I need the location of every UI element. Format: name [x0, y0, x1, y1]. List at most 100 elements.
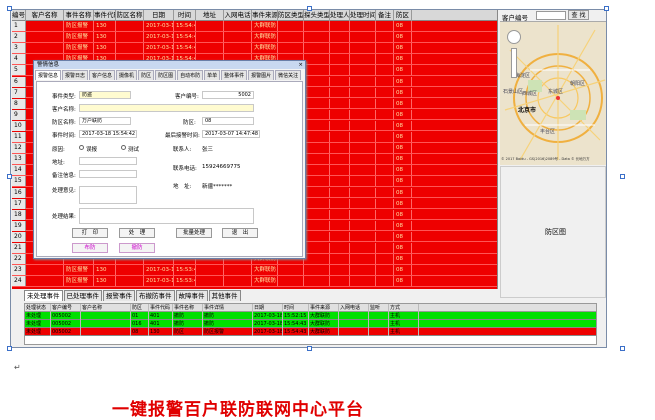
dialog-tab[interactable]: 防区: [138, 70, 155, 80]
grid-cell: [304, 243, 330, 253]
event-table-row[interactable]: 未处理 005002 08 130 防区 防区报警 2017-03-18 15:54:43 大群…: [25, 328, 596, 336]
event-table-column-header[interactable]: 事件代码: [149, 304, 173, 312]
grid-column-header[interactable]: 入网电话: [224, 10, 252, 21]
event-table-column-header[interactable]: 客户编号: [51, 304, 81, 312]
event-table-column-header[interactable]: 防区: [131, 304, 149, 312]
grid-cell: [304, 132, 330, 142]
grid-column-header[interactable]: 客户名称: [26, 10, 64, 21]
radio-false-alarm[interactable]: [79, 145, 84, 150]
dialog-tab[interactable]: 整体事件: [221, 70, 248, 80]
resize-handle[interactable]: [7, 174, 12, 179]
grid-column-header[interactable]: 探头类型: [304, 10, 330, 21]
event-tab[interactable]: 故障事件: [175, 290, 208, 301]
event-tab[interactable]: 已处理事件: [63, 290, 102, 301]
event-table-cell: 未处理: [25, 328, 51, 336]
event-table-cell: [81, 320, 131, 328]
grid-column-header[interactable]: 事件名称: [64, 10, 94, 21]
latest-time-field[interactable]: 2017-03-07 14:47:48: [202, 130, 260, 138]
grid-column-header[interactable]: 日期: [144, 10, 174, 21]
event-table-column-header[interactable]: 处理状态: [25, 304, 51, 312]
resize-handle[interactable]: [7, 6, 12, 11]
grid-column-header[interactable]: 备注: [376, 10, 394, 21]
event-table-column-header[interactable]: 事件来源: [309, 304, 339, 312]
map-zoom-slider[interactable]: [511, 48, 517, 78]
event-table-row[interactable]: 未处理 005002 016 401 撤防 撤防 2017-03-18 15:54:43 大群联…: [25, 320, 596, 328]
grid-row[interactable]: 3 防区报警130 2017-03-1615:54:44 大群联防 08: [12, 43, 497, 54]
map-panel[interactable]: 北京市 海淀区 东城区 西城区 朝阳区 丰台区 石景山区 © 2017 Baid…: [500, 10, 606, 165]
arm-button[interactable]: 布防: [72, 243, 108, 253]
grid-column-header[interactable]: 时间: [174, 10, 196, 21]
event-table-cell: 撤防: [203, 312, 253, 320]
event-table-column-header[interactable]: 时间: [283, 304, 309, 312]
grid-column-header[interactable]: 防区名称: [116, 10, 144, 21]
dialog-tab[interactable]: 报警日志: [62, 70, 89, 80]
resize-handle[interactable]: [7, 346, 12, 351]
grid-row[interactable]: 23 防区报警130 2017-03-1815:53:43 大群联防 08: [12, 265, 497, 276]
grid-column-header[interactable]: 防区: [394, 10, 412, 21]
event-table-column-header[interactable]: 入网电话: [339, 304, 369, 312]
event-table-column-header[interactable]: 事件名称: [173, 304, 203, 312]
radio-test[interactable]: [121, 145, 126, 150]
grid-cell: [350, 65, 376, 76]
dialog-tab[interactable]: 摄像机: [116, 70, 138, 80]
resize-handle[interactable]: [307, 346, 312, 351]
zone-name-field[interactable]: 万户联防: [79, 117, 131, 125]
resize-handle[interactable]: [307, 6, 312, 11]
event-tab[interactable]: 其他事件: [208, 290, 241, 301]
grid-column-header[interactable]: 编号: [12, 10, 26, 21]
map-search-input[interactable]: [536, 11, 566, 20]
dialog-tab[interactable]: 单单: [204, 70, 221, 80]
event-tab[interactable]: 布撤防事件: [136, 290, 175, 301]
print-button[interactable]: 打 印: [72, 228, 108, 238]
grid-row[interactable]: 1 防区报警130 2017-03-1615:54:42 大群联防 08: [12, 21, 497, 32]
dialog-tab[interactable]: 报警信息: [35, 70, 62, 80]
dialog-tab[interactable]: 自动布防: [177, 70, 204, 80]
process-button[interactable]: 处 理: [119, 228, 155, 238]
grid-cell: [26, 265, 64, 276]
dialog-tab[interactable]: 微信关注: [275, 70, 302, 80]
grid-row[interactable]: 24 防区报警130 2017-03-1815:53:43 大群联防 08: [12, 276, 497, 287]
event-table-column-header[interactable]: 事件详情: [203, 304, 253, 312]
event-table-cell: [81, 328, 131, 336]
grid-column-header[interactable]: 事件代码: [94, 10, 116, 21]
close-icon[interactable]: ×: [298, 61, 303, 69]
grid-column-header[interactable]: 处理人: [330, 10, 350, 21]
exit-button[interactable]: 退 出: [222, 228, 258, 238]
resize-handle[interactable]: [620, 346, 625, 351]
event-table-column-header[interactable]: 监听: [369, 304, 389, 312]
grid-cell: [278, 276, 304, 287]
dialog-tab[interactable]: 客户信息: [89, 70, 116, 80]
address-field[interactable]: [79, 157, 137, 165]
event-table-column-header[interactable]: 方式: [389, 304, 419, 312]
grid-cell: [376, 143, 394, 154]
dialog-tab[interactable]: 防区图: [155, 70, 177, 80]
event-time-field[interactable]: 2017-03-18 15:54:42: [79, 130, 137, 138]
customer-name-field[interactable]: [79, 104, 254, 112]
event-tab[interactable]: 未处理事件: [24, 290, 63, 301]
dialog-tab[interactable]: 报警图片: [248, 70, 275, 80]
grid-cell: [330, 231, 350, 242]
grid-cell: [376, 65, 394, 76]
grid-row[interactable]: 2 防区报警130 2017-03-1615:54:43 大群联防 08: [12, 32, 497, 43]
disarm-button[interactable]: 撤防: [119, 243, 155, 253]
opinion-field[interactable]: [79, 186, 137, 204]
result-field[interactable]: [79, 208, 254, 224]
event-tab[interactable]: 报警事件: [103, 290, 135, 301]
batch-process-button[interactable]: 批量处理: [176, 228, 212, 238]
customer-no-field[interactable]: 5002: [202, 91, 254, 99]
resize-handle[interactable]: [620, 174, 625, 179]
grid-column-header[interactable]: 事件来源: [252, 10, 278, 21]
remark-field[interactable]: [79, 170, 137, 178]
event-type-field[interactable]: 防盗: [79, 91, 131, 99]
zone-field[interactable]: 08: [202, 117, 254, 125]
grid-column-header[interactable]: 地址: [196, 10, 224, 21]
map-search-button[interactable]: 查 找: [568, 10, 589, 20]
event-table-column-header[interactable]: 客户名称: [81, 304, 131, 312]
event-table-row[interactable]: 未处理 005002 01 401 撤防 撤防 2017-03-18 15:52:15 大群联防…: [25, 312, 596, 320]
grid-column-header[interactable]: 防区类型: [278, 10, 304, 21]
grid-column-header[interactable]: 处理时间: [350, 10, 376, 21]
map-pan-control[interactable]: [507, 30, 521, 44]
resize-handle[interactable]: [604, 6, 609, 11]
event-table-cell: 未处理: [25, 312, 51, 320]
event-table-column-header[interactable]: 日期: [253, 304, 283, 312]
